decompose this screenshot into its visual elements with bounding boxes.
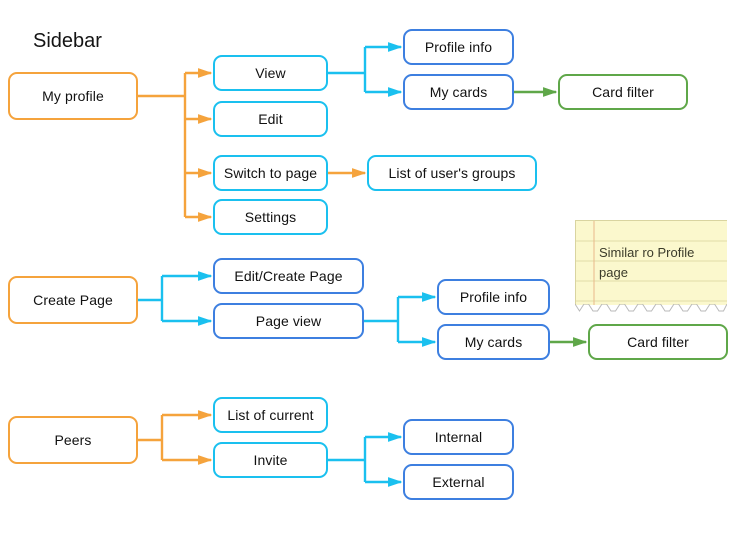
node-invite[interactable]: Invite	[213, 442, 328, 478]
node-label-my-cards-2: My cards	[464, 334, 523, 350]
sticky-note-torn-edge-icon	[575, 304, 727, 312]
node-settings[interactable]: Settings	[213, 199, 328, 235]
node-label-my-cards-1: My cards	[429, 84, 488, 100]
node-label-create-page: Create Page	[33, 292, 113, 308]
sticky-note-text: Similar ro Profile page	[599, 245, 695, 280]
node-label-switch-to-page: Switch to page	[223, 165, 318, 181]
node-peers[interactable]: Peers	[8, 416, 138, 464]
node-label-profile-info-2: Profile info	[459, 289, 528, 305]
node-list-user-groups[interactable]: List of user's groups	[367, 155, 537, 191]
node-label-list-user-groups: List of user's groups	[388, 165, 516, 181]
node-label-edit: Edit	[258, 111, 283, 127]
node-page-view[interactable]: Page view	[213, 303, 364, 339]
node-label-my-profile: My profile	[42, 88, 104, 104]
node-my-profile[interactable]: My profile	[8, 72, 138, 120]
node-label-edit-create-page: Edit/Create Page	[234, 268, 343, 284]
node-internal[interactable]: Internal	[403, 419, 514, 455]
node-profile-info-1[interactable]: Profile info	[403, 29, 514, 65]
node-label-page-view: Page view	[255, 313, 322, 329]
node-label-list-of-current: List of current	[227, 407, 314, 423]
node-label-card-filter-2: Card filter	[627, 334, 689, 350]
node-external[interactable]: External	[403, 464, 514, 500]
node-label-view: View	[255, 65, 286, 81]
node-my-cards-2[interactable]: My cards	[437, 324, 550, 360]
sticky-note-paper: Similar ro Profile page	[575, 220, 727, 305]
node-switch-to-page[interactable]: Switch to page	[213, 155, 328, 191]
node-edit-create-page[interactable]: Edit/Create Page	[213, 258, 364, 294]
sidebar-title: Sidebar	[33, 30, 102, 52]
node-edit[interactable]: Edit	[213, 101, 328, 137]
node-card-filter-2[interactable]: Card filter	[588, 324, 728, 360]
node-view[interactable]: View	[213, 55, 328, 91]
sticky-note-profile[interactable]: Similar ro Profile page	[575, 220, 727, 314]
node-create-page[interactable]: Create Page	[8, 276, 138, 324]
node-list-of-current[interactable]: List of current	[213, 397, 328, 433]
node-label-external: External	[432, 474, 485, 490]
node-card-filter-1[interactable]: Card filter	[558, 74, 688, 110]
node-label-internal: Internal	[434, 429, 483, 445]
flowchart-canvas: Sidebar My profile View Edit Switch to page…	[0, 0, 730, 536]
node-my-cards-1[interactable]: My cards	[403, 74, 514, 110]
node-label-card-filter-1: Card filter	[592, 84, 654, 100]
node-label-profile-info-1: Profile info	[424, 39, 493, 55]
node-label-invite: Invite	[253, 452, 288, 468]
node-label-peers: Peers	[54, 432, 92, 448]
node-label-settings: Settings	[244, 209, 297, 225]
node-profile-info-2[interactable]: Profile info	[437, 279, 550, 315]
